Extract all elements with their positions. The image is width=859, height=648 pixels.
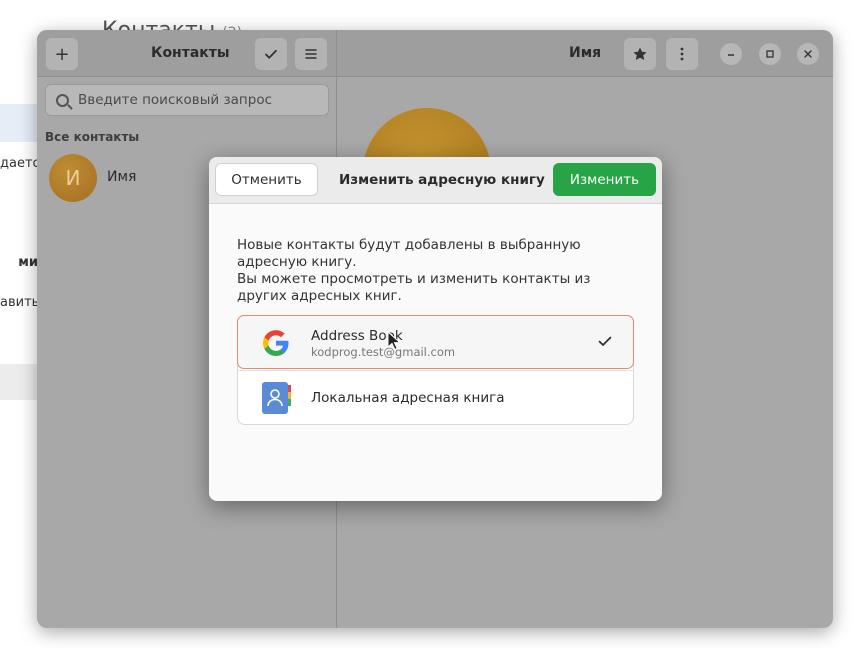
- background-text-fragment: дается: [0, 156, 38, 171]
- favorite-button[interactable]: [624, 38, 656, 70]
- dialog-title: Изменить адресную книгу: [339, 172, 545, 188]
- google-icon: [263, 330, 289, 356]
- check-icon: [598, 336, 612, 346]
- dialog-text-line: Вы можете просмотреть и изменить контакт…: [237, 271, 591, 304]
- address-book-name: Локальная адресная книга: [311, 390, 505, 406]
- background-list-item: [0, 364, 38, 400]
- close-window-button[interactable]: [797, 43, 819, 65]
- mouse-cursor-icon: [387, 331, 401, 351]
- background-text-fragment: ми: [18, 255, 38, 270]
- maximize-button[interactable]: [759, 43, 781, 65]
- dialog-header: Отменить Изменить адресную книгу Изменит…: [209, 157, 662, 204]
- close-icon: [804, 50, 812, 58]
- kebab-menu-icon: [680, 47, 684, 61]
- search-icon: [56, 93, 69, 107]
- contact-name: Имя: [107, 169, 137, 185]
- search-input[interactable]: [78, 92, 308, 108]
- change-address-book-dialog: Отменить Изменить адресную книгу Изменит…: [209, 157, 662, 501]
- minimize-icon: [728, 54, 734, 56]
- dialog-description: Новые контакты будут добавлены в выбранн…: [237, 237, 637, 305]
- address-book-row-google[interactable]: Address Book kodprog.test@gmail.com: [237, 315, 634, 369]
- local-address-book-icon: [262, 382, 291, 414]
- search-field[interactable]: [45, 84, 329, 116]
- background-text-fragment: авить: [0, 295, 38, 310]
- address-book-list: Address Book kodprog.test@gmail.com Лока…: [237, 315, 634, 425]
- avatar: И: [49, 154, 97, 202]
- section-label-all-contacts: Все контакты: [45, 130, 140, 144]
- contact-menu-button[interactable]: [666, 38, 698, 70]
- address-book-account: kodprog.test@gmail.com: [311, 345, 456, 359]
- cancel-button[interactable]: Отменить: [215, 163, 318, 196]
- background-selected-item: [0, 104, 38, 142]
- change-button[interactable]: Изменить: [553, 163, 656, 196]
- detail-title: Имя: [569, 45, 602, 61]
- dialog-text-line: Новые контакты будут добавлены в выбранн…: [237, 237, 581, 270]
- star-icon: [633, 47, 647, 60]
- address-book-row-local[interactable]: Локальная адресная книга: [238, 370, 633, 423]
- maximize-icon: [766, 50, 774, 58]
- minimize-button[interactable]: [720, 43, 742, 65]
